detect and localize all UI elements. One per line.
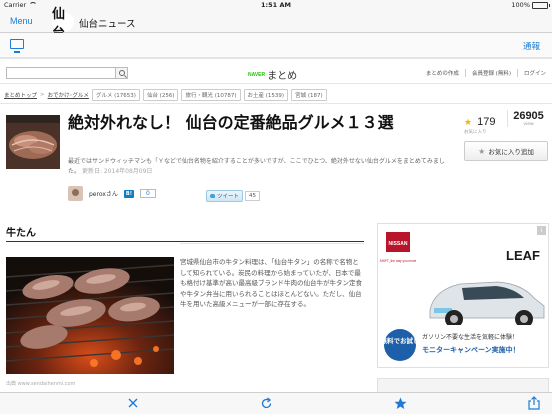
tweet-label: ツイート <box>217 194 240 200</box>
site-links: まとめの作成 会員登録 (無料) ログイン <box>426 69 546 77</box>
updated-date: 更新日: 2014年08月09日 <box>81 168 153 175</box>
battery-status: 100% <box>511 1 550 9</box>
twitter-bird-icon <box>210 194 215 198</box>
hatena-bookmark-icon[interactable]: B! <box>123 189 134 198</box>
breadcrumb-separator: > <box>40 92 45 98</box>
author-name[interactable]: peroxさん <box>89 189 118 198</box>
add-favorite-button[interactable]: ★ お気に入り追加 <box>464 141 548 161</box>
favorite-star-icon[interactable] <box>393 396 407 410</box>
tweet-share: ツイート 45 <box>206 190 261 202</box>
reload-icon[interactable] <box>259 396 273 410</box>
search-input[interactable] <box>6 67 116 79</box>
tag-souvenir[interactable]: お土産 (1539) <box>243 89 289 101</box>
article-title: 絶対外れなし！ 仙台の定番絶品グルメ１３選 <box>68 113 394 132</box>
section-divider <box>6 241 364 242</box>
create-matome-link[interactable]: まとめの作成 <box>426 69 459 77</box>
ad-brand-text: NISSAN <box>389 241 408 247</box>
ad-promo-line1: ガソリン不要な生活を気軽に体験！ <box>422 333 518 341</box>
favorites-label: お気に入り <box>464 130 487 135</box>
photo-credit: 出典 www.sendaihenmi.com <box>6 381 76 387</box>
site-logo[interactable]: NAVER まとめ <box>248 67 297 82</box>
bottom-toolbar <box>0 392 552 414</box>
divider <box>0 103 552 104</box>
naver-logo-text: NAVER <box>248 71 266 78</box>
battery-percent: 100% <box>511 1 530 9</box>
close-icon[interactable] <box>126 396 140 410</box>
site-header: NAVER まとめ まとめの作成 会員登録 (無料) ログイン <box>0 60 552 84</box>
ad-model-text: LEAF <box>506 248 540 263</box>
article-thumbnail <box>6 115 60 169</box>
battery-icon <box>532 1 550 9</box>
section-body: 宮城県仙台市の牛タン料理は、「仙台牛タン」の名称で名物として知られている。炭民の… <box>180 258 362 308</box>
ad-tagline-text: SHIFT_the way you move <box>380 259 417 263</box>
author-row: peroxさん B! 0 <box>68 186 156 201</box>
tag-miyagi[interactable]: 宮城 (187) <box>291 89 327 101</box>
author-suffix: さん <box>105 191 118 198</box>
web-content: NAVER まとめ まとめの作成 会員登録 (無料) ログイン まとめトップ >… <box>0 60 552 392</box>
ad-badge-line: 無料でお試し <box>381 336 420 345</box>
tag-gourmet[interactable]: グルメ (17653) <box>91 89 140 101</box>
tag-travel[interactable]: 旅行・観光 (10787) <box>181 89 241 101</box>
report-link[interactable]: 通報 <box>523 40 540 52</box>
search-icon <box>118 70 125 76</box>
breadcrumb-category[interactable]: おでかけ･グルメ <box>48 91 89 99</box>
views-label: view <box>523 122 534 127</box>
nissan-ad-banner[interactable]: NISSAN SHIFT_the way you move LEAF 無料でお試… <box>377 223 549 368</box>
favorites-stat: ★ 179 お気に入り <box>464 110 502 135</box>
add-favorite-label: お気に入り追加 <box>488 148 534 156</box>
breadcrumb-top[interactable]: まとめトップ <box>4 91 37 99</box>
matome-logo-text: まとめ <box>267 71 298 82</box>
star-icon: ★ <box>464 118 473 128</box>
secondary-ad-slot <box>377 378 549 392</box>
tag-sendai[interactable]: 仙台 (256) <box>142 89 179 101</box>
tweet-button[interactable]: ツイート <box>206 190 244 202</box>
star-outline-icon: ★ <box>478 146 486 156</box>
app-logo: 仙台 <box>52 7 74 41</box>
login-link[interactable]: ログイン <box>516 69 546 77</box>
ad-promo-line2: モニターキャンペーン実施中！ <box>422 345 520 354</box>
clock: 1:51 AM <box>261 1 291 9</box>
desktop-view-icon[interactable] <box>10 39 24 53</box>
section-heading: 牛たん <box>6 228 36 239</box>
hatena-bookmark-count[interactable]: 0 <box>139 189 156 198</box>
ad-info-icon[interactable]: i <box>537 226 546 235</box>
breadcrumb: まとめトップ > おでかけ･グルメ グルメ (17653) 仙台 (256) 旅… <box>4 89 327 101</box>
app-title: 仙台ニュース <box>79 19 136 30</box>
sub-toolbar: 通報 <box>0 33 552 59</box>
search-button[interactable] <box>116 67 128 79</box>
favorites-count: 179 <box>477 116 496 128</box>
gyutan-photo <box>6 257 174 374</box>
article-description: 最近ではサンドウィッチマンも「Ｙなどで仙台名物を紹介することが多いですが、ここで… <box>68 157 453 177</box>
status-bar: Carrier 1:51 AM 100% <box>0 0 552 11</box>
menu-button[interactable]: Menu <box>10 16 33 26</box>
share-icon[interactable] <box>527 396 541 410</box>
author-avatar[interactable] <box>68 186 83 201</box>
ad-promo: 無料でお試し ガソリン不要な生活を気軽に体験！ モニターキャンペーン実施中！ <box>378 325 548 367</box>
text-divider <box>180 243 364 244</box>
tweet-count: 45 <box>245 191 261 201</box>
views-stat: 26905 view <box>507 110 549 127</box>
author-id: perox <box>89 191 106 198</box>
register-link[interactable]: 会員登録 (無料) <box>464 69 511 77</box>
views-count: 26905 <box>513 110 544 122</box>
app-header: Menu 仙台 仙台ニュース <box>0 7 552 41</box>
